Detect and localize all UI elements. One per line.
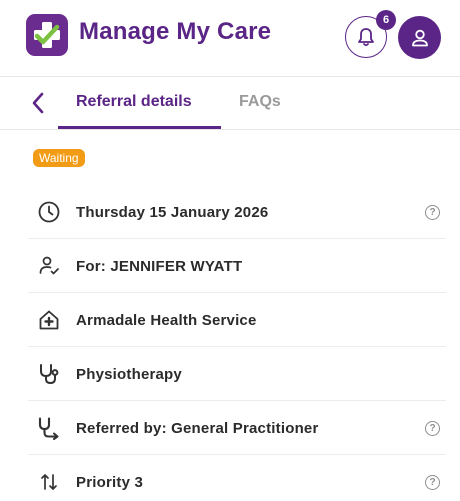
hospital-icon: [36, 307, 62, 333]
detail-label: Armadale Health Service: [76, 311, 257, 329]
person-check-icon: [36, 253, 62, 279]
user-icon: [411, 29, 428, 46]
app-screen: Manage My Care 6 Referral details FAQs W…: [0, 0, 460, 501]
help-icon[interactable]: ?: [425, 204, 440, 220]
detail-label: For: JENNIFER WYATT: [76, 257, 243, 275]
detail-row-specialty: Physiotherapy: [28, 347, 446, 401]
status-badge: Waiting: [33, 149, 85, 167]
stethoscope-referral-icon: [36, 415, 62, 441]
detail-label: Referred by: General Practitioner: [76, 419, 319, 437]
back-button[interactable]: [26, 89, 50, 117]
bell-icon: [358, 28, 374, 47]
stethoscope-icon: [36, 361, 62, 387]
detail-row-patient: For: JENNIFER WYATT: [28, 239, 446, 293]
app-title: Manage My Care: [79, 18, 272, 45]
chevron-left-icon: [32, 92, 44, 114]
profile-button[interactable]: [398, 16, 441, 59]
notification-count-badge: 6: [376, 10, 396, 30]
tab-faqs[interactable]: FAQs: [239, 93, 281, 111]
detail-label: Physiotherapy: [76, 365, 182, 383]
tab-bar: Referral details FAQs: [0, 77, 460, 129]
detail-row-referrer: Referred by: General Practitioner ?: [28, 401, 446, 455]
app-logo: [26, 14, 68, 56]
app-header: Manage My Care 6: [0, 0, 460, 76]
help-icon[interactable]: ?: [425, 420, 440, 436]
help-icon[interactable]: ?: [425, 474, 440, 490]
detail-row-priority: Priority 3 ?: [28, 455, 446, 501]
detail-label: Thursday 15 January 2026: [76, 203, 269, 221]
tabs-divider: [0, 129, 460, 130]
clock-icon: [36, 199, 62, 225]
priority-arrows-icon: [36, 469, 62, 495]
detail-row-health-service: Armadale Health Service: [28, 293, 446, 347]
detail-row-date: Thursday 15 January 2026 ?: [28, 185, 446, 239]
detail-label: Priority 3: [76, 473, 144, 491]
tab-referral-details[interactable]: Referral details: [76, 93, 192, 111]
